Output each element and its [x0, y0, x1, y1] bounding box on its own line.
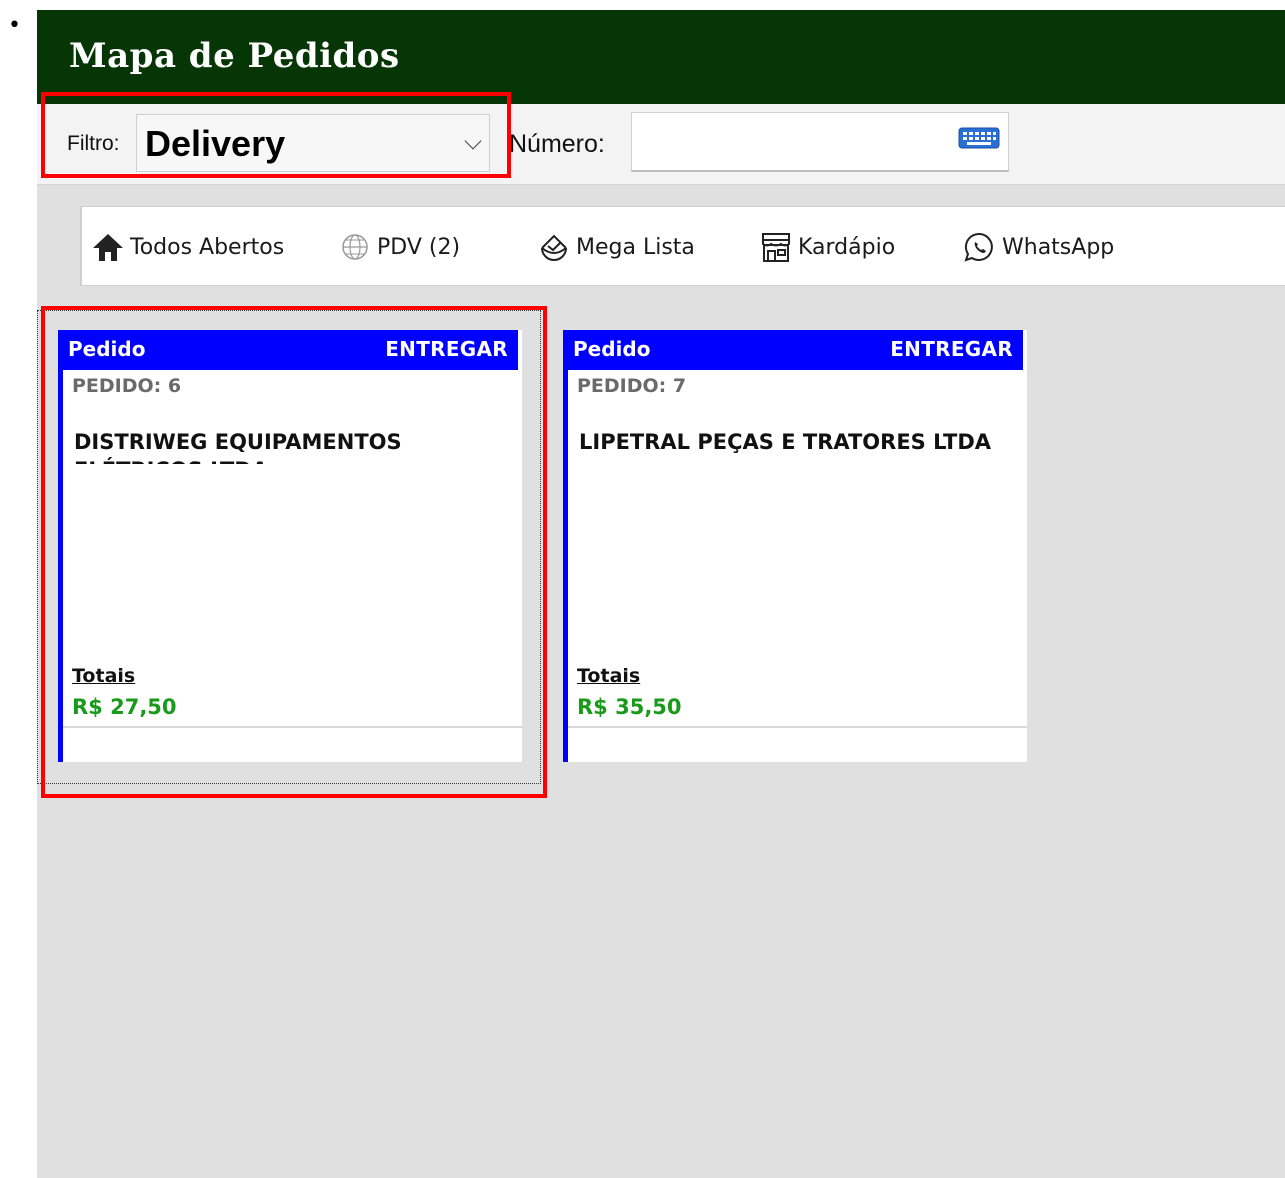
whatsapp-icon — [964, 232, 993, 262]
order-card[interactable]: Pedido ENTREGAR PEDIDO: 6 DISTRIWEG EQUI… — [58, 330, 522, 762]
order-number: PEDIDO: 6 — [72, 375, 182, 397]
card-divider — [63, 726, 522, 728]
globe-icon — [342, 234, 368, 260]
card-divider — [568, 726, 1027, 728]
nav-item-whatsapp[interactable]: WhatsApp — [962, 227, 1114, 267]
numero-input[interactable] — [631, 112, 1009, 172]
filter-label: Filtro: — [67, 132, 120, 155]
total-value: R$ 27,50 — [72, 695, 177, 719]
entregar-button[interactable]: ENTREGAR — [385, 337, 508, 361]
mega-list-icon — [541, 234, 567, 261]
customer-name: LIPETRAL PEÇAS E TRATORES LTDA — [579, 430, 992, 454]
nav-item-mega-lista[interactable]: Mega Lista — [536, 227, 695, 267]
order-card[interactable]: Pedido ENTREGAR PEDIDO: 7 LIPETRAL PEÇAS… — [563, 330, 1027, 762]
order-card-header: Pedido ENTREGAR — [563, 330, 1023, 370]
storefront-icon — [762, 233, 790, 262]
order-card-title: Pedido — [68, 337, 146, 361]
order-card-accent — [563, 370, 568, 762]
entregar-button[interactable]: ENTREGAR — [890, 337, 1013, 361]
list-bullet: • — [8, 13, 21, 38]
chevron-down-icon[interactable] — [464, 132, 482, 150]
nav-item-label: Mega Lista — [576, 234, 695, 260]
nav-item-label: Kardápio — [798, 234, 896, 260]
filter-select[interactable]: Delivery — [136, 114, 490, 172]
nav-item-todos-abertos[interactable]: Todos Abertos — [90, 227, 284, 267]
customer-name: DISTRIWEG EQUIPAMENTOS ELÉTRICOS LTDA — [74, 430, 402, 464]
home-icon — [93, 234, 123, 261]
nav-toolbar: Todos Abertos PDV (2) Mega Lista Kardápi… — [80, 206, 1285, 286]
keyboard-icon[interactable] — [958, 127, 1000, 149]
order-number: PEDIDO: 7 — [577, 375, 687, 397]
app-window: Mapa de Pedidos Filtro: Delivery Número:… — [37, 10, 1285, 1178]
filter-select-value: Delivery — [145, 123, 286, 164]
title-bar: Mapa de Pedidos — [37, 10, 1285, 104]
totals-label: Totais — [72, 665, 136, 687]
window-title: Mapa de Pedidos — [69, 36, 400, 76]
filter-bar: Filtro: Delivery Número: — [37, 104, 1285, 185]
total-value: R$ 35,50 — [577, 695, 682, 719]
nav-item-label: Todos Abertos — [130, 234, 285, 260]
order-card-title: Pedido — [573, 337, 651, 361]
nav-item-pdv[interactable]: PDV (2) — [337, 227, 460, 267]
totals-label: Totais — [577, 665, 641, 687]
nav-item-label: PDV (2) — [377, 234, 461, 260]
order-card-accent — [58, 370, 63, 762]
numero-label: Número: — [509, 130, 605, 158]
nav-item-label: WhatsApp — [1002, 234, 1115, 260]
order-card-header: Pedido ENTREGAR — [58, 330, 518, 370]
nav-item-kardapio[interactable]: Kardápio — [758, 227, 895, 267]
